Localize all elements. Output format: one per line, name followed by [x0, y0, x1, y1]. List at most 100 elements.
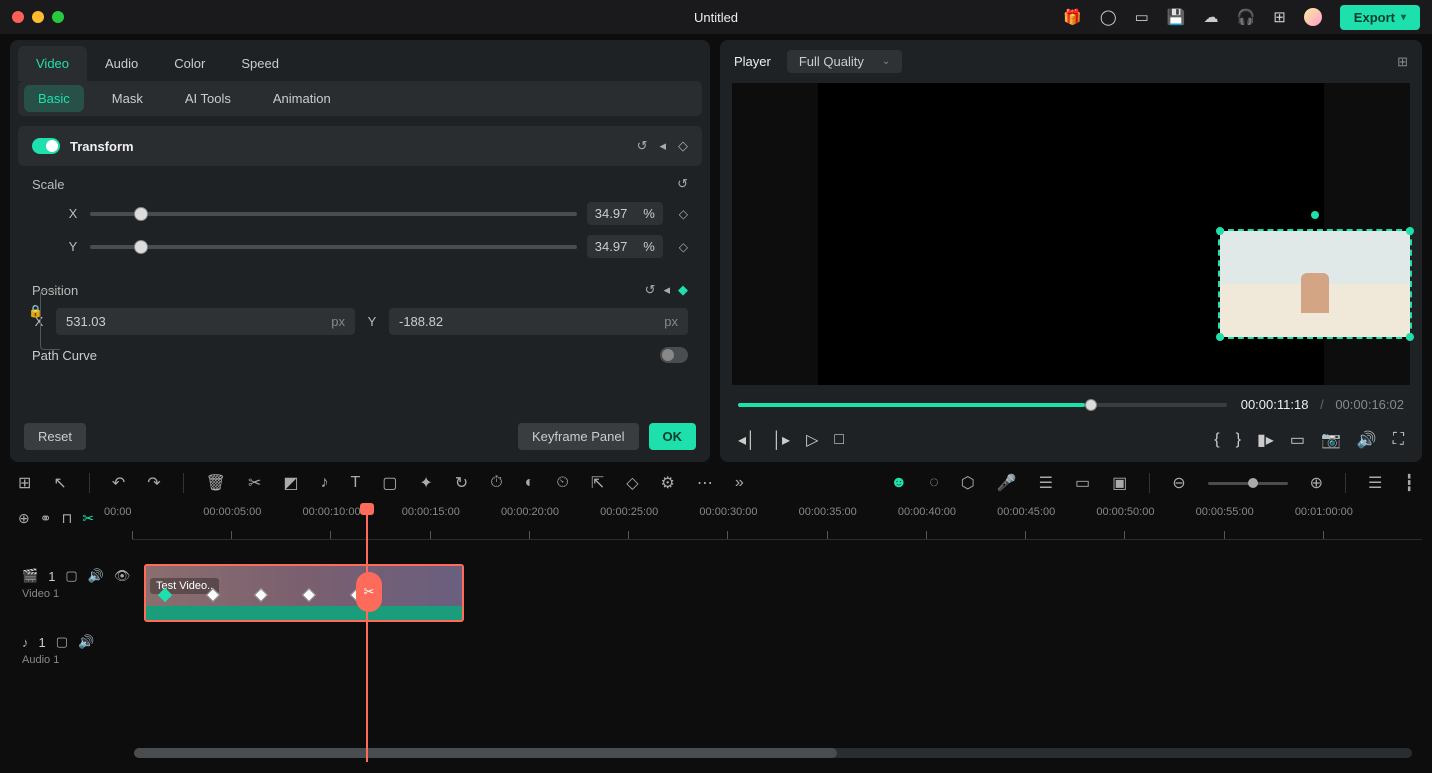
export-clip-icon[interactable]: ⇱: [591, 473, 604, 493]
music-icon[interactable]: ♪: [320, 474, 328, 492]
timeline-ruler[interactable]: 00:00 00:00:05:00 00:00:10:00 00:00:15:0…: [132, 504, 1422, 540]
mark-in-icon[interactable]: {: [1214, 431, 1219, 449]
volume-icon[interactable]: 🔊: [1357, 430, 1377, 450]
screen-icon[interactable]: ▭: [1135, 8, 1149, 26]
rotate-handle[interactable]: [1311, 211, 1319, 219]
snapshot-icon[interactable]: 📷: [1321, 430, 1341, 450]
speed-icon[interactable]: ⏱: [490, 474, 502, 492]
scale-y-slider[interactable]: [90, 245, 577, 249]
record-icon[interactable]: ◯: [1100, 8, 1117, 26]
headphones-icon[interactable]: 🎧: [1237, 8, 1256, 26]
layout-icon[interactable]: ⊞: [18, 473, 31, 493]
zoom-slider[interactable]: [1208, 482, 1288, 485]
undo-icon[interactable]: ↶: [112, 473, 125, 493]
fullscreen-icon[interactable]: ⛶: [1393, 431, 1404, 449]
more-icon[interactable]: ⋯: [697, 473, 713, 493]
eye-icon[interactable]: 👁: [114, 568, 131, 584]
zoom-out-icon[interactable]: ⊖: [1172, 473, 1185, 493]
prev-frame-icon[interactable]: ◂│: [738, 430, 756, 450]
keyframe-icon[interactable]: ◇: [678, 138, 688, 154]
scale-y-value[interactable]: 34.97 %: [587, 235, 663, 258]
resize-handle-tl[interactable]: [1216, 227, 1224, 235]
reset-button[interactable]: Reset: [24, 423, 86, 450]
effects-icon[interactable]: ✦: [419, 473, 432, 493]
mixer-icon[interactable]: ☰: [1039, 473, 1053, 493]
link-icon[interactable]: ⚭: [40, 510, 52, 527]
mute-icon[interactable]: 🔊: [88, 568, 104, 584]
keyframe-marker[interactable]: [158, 588, 172, 602]
redo-icon[interactable]: ↷: [147, 473, 160, 493]
scrubber-thumb[interactable]: [1085, 399, 1097, 411]
magnet-icon[interactable]: ⊓: [61, 510, 72, 527]
timer-icon[interactable]: ⏲: [556, 474, 568, 492]
scrollbar-thumb[interactable]: [134, 748, 837, 758]
scale-reset-icon[interactable]: ↺: [677, 176, 688, 192]
scale-x-keyframe[interactable]: ◇: [679, 207, 688, 221]
subtab-mask[interactable]: Mask: [98, 85, 157, 112]
split-button[interactable]: ✂: [356, 572, 382, 612]
scale-x-value[interactable]: 34.97 %: [587, 202, 663, 225]
subtab-animation[interactable]: Animation: [259, 85, 345, 112]
tab-video[interactable]: Video: [18, 46, 87, 81]
shape-icon[interactable]: ▢: [382, 473, 397, 493]
gift-icon[interactable]: 🎁: [1063, 8, 1082, 26]
pos-x-input[interactable]: px: [56, 308, 355, 335]
mute-icon[interactable]: 🔊: [78, 634, 94, 650]
shield-icon[interactable]: ⬡: [961, 473, 975, 493]
save-icon[interactable]: 💾: [1167, 8, 1186, 26]
keyframe-tool-icon[interactable]: ◇: [626, 473, 638, 493]
settings-icon[interactable]: ┇: [1404, 473, 1414, 493]
prev-keyframe-icon[interactable]: ◂: [659, 138, 666, 154]
crop-icon[interactable]: ◩: [283, 473, 298, 493]
apps-icon[interactable]: ⊞: [1273, 8, 1286, 26]
folder-icon[interactable]: ▢: [56, 634, 68, 650]
ok-button[interactable]: OK: [649, 423, 697, 450]
folder-icon[interactable]: ▢: [65, 568, 77, 584]
minimize-window[interactable]: [32, 11, 44, 23]
resize-handle-tr[interactable]: [1406, 227, 1414, 235]
tab-color[interactable]: Color: [156, 46, 223, 81]
lock-icon[interactable]: 🔒: [28, 304, 43, 318]
mic-icon[interactable]: 🎤: [997, 473, 1017, 493]
delete-icon[interactable]: 🗑: [206, 473, 226, 493]
timeline-clip[interactable]: Test Video..: [144, 564, 464, 622]
position-prev-kf-icon[interactable]: ◂: [663, 282, 670, 298]
cut-icon[interactable]: ✂: [248, 473, 261, 493]
pointer-icon[interactable]: ↖: [53, 473, 66, 493]
render-icon[interactable]: ▭: [1075, 473, 1090, 493]
tab-audio[interactable]: Audio: [87, 46, 156, 81]
mark-out-icon[interactable]: }: [1236, 431, 1241, 449]
text-icon[interactable]: T: [350, 474, 360, 492]
close-window[interactable]: [12, 11, 24, 23]
play-icon[interactable]: ▷: [806, 430, 818, 450]
snap-icon[interactable]: ✂: [82, 510, 94, 527]
preview-icon[interactable]: ◌: [929, 474, 939, 492]
keyframe-panel-button[interactable]: Keyframe Panel: [518, 423, 639, 450]
pos-y-input[interactable]: px: [389, 308, 688, 335]
transform-toggle[interactable]: [32, 138, 60, 154]
stop-icon[interactable]: □: [834, 431, 844, 449]
frame-icon[interactable]: ▣: [1112, 473, 1127, 493]
pos-y-field[interactable]: [399, 314, 479, 329]
path-curve-toggle[interactable]: [660, 347, 688, 363]
step-icon[interactable]: │▸: [772, 430, 790, 450]
add-track-icon[interactable]: ⊕: [18, 510, 30, 527]
timeline-scrollbar[interactable]: [134, 748, 1412, 758]
keyframe-marker[interactable]: [302, 588, 316, 602]
overflow-icon[interactable]: »: [735, 474, 744, 492]
quality-selector[interactable]: Full Quality ⌄: [787, 50, 902, 73]
scale-y-keyframe[interactable]: ◇: [679, 240, 688, 254]
resize-handle-bl[interactable]: [1216, 333, 1224, 341]
scale-x-slider[interactable]: [90, 212, 577, 216]
position-reset-icon[interactable]: ↺: [645, 282, 656, 298]
subtab-aitools[interactable]: AI Tools: [171, 85, 245, 112]
user-avatar[interactable]: [1304, 8, 1322, 26]
maximize-window[interactable]: [52, 11, 64, 23]
history-icon[interactable]: ↻: [455, 473, 468, 493]
list-icon[interactable]: ☰: [1368, 473, 1382, 493]
cloud-icon[interactable]: ☁: [1204, 8, 1219, 26]
pos-x-field[interactable]: [66, 314, 146, 329]
zoom-in-icon[interactable]: ⊕: [1310, 473, 1323, 493]
subtab-basic[interactable]: Basic: [24, 85, 84, 112]
marker-icon[interactable]: ▮▸: [1257, 430, 1274, 450]
